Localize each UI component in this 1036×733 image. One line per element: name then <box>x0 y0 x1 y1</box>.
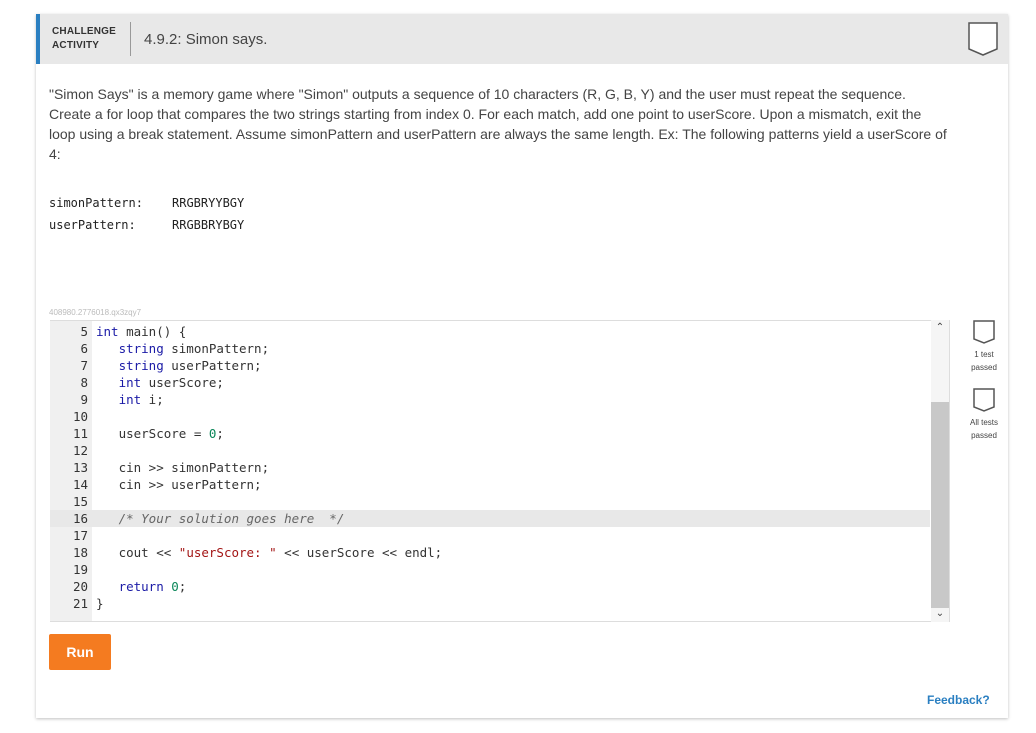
code-text[interactable]: string userPattern; <box>96 357 262 374</box>
user-pattern-value: RRGBBRYBGY <box>172 218 245 232</box>
code-text[interactable]: string simonPattern; <box>96 340 270 357</box>
code-line[interactable]: 15 <box>50 493 930 510</box>
line-number: 13 <box>72 460 88 475</box>
test-badge-icon <box>973 320 995 344</box>
code-text[interactable]: cin >> userPattern; <box>96 476 262 493</box>
user-pattern-label: userPattern: <box>49 218 136 232</box>
code-text[interactable]: /* Your solution goes here */ <box>96 510 345 527</box>
example-simon-row: simonPattern: RRGBRYYBGY <box>49 192 244 214</box>
line-number: 12 <box>72 443 88 458</box>
example-patterns: simonPattern: RRGBRYYBGY userPattern: RRGB… <box>49 192 244 236</box>
simon-pattern-label: simonPattern: <box>49 196 143 210</box>
activity-hash-id: 408980.2776018.qx3zqy7 <box>49 308 142 317</box>
code-line[interactable]: 6 string simonPattern; <box>50 340 930 357</box>
line-number: 14 <box>72 477 88 492</box>
scroll-up-icon[interactable]: ⌃ <box>934 322 946 334</box>
code-line[interactable]: 11 userScore = 0; <box>50 425 930 442</box>
code-text[interactable]: } <box>96 595 104 612</box>
code-text[interactable]: cout << "userScore: " << userScore << en… <box>96 544 443 561</box>
code-line[interactable]: 12 <box>50 442 930 459</box>
code-text[interactable]: return 0; <box>96 578 187 595</box>
editor-scrollbar[interactable]: ⌃ ⌄ <box>931 320 949 622</box>
code-line[interactable]: 19 <box>50 561 930 578</box>
code-line[interactable]: 20 return 0; <box>50 578 930 595</box>
scroll-down-icon[interactable]: ⌄ <box>934 608 946 620</box>
activity-title: 4.9.2: Simon says. <box>144 31 268 48</box>
line-number: 18 <box>72 545 88 560</box>
code-text[interactable]: cin >> simonPattern; <box>96 459 270 476</box>
code-line[interactable]: 5 int main() { <box>50 323 930 340</box>
problem-description: "Simon Says" is a memory game where "Sim… <box>49 86 947 162</box>
code-line[interactable]: 10 <box>50 408 930 425</box>
activity-header: CHALLENGE ACTIVITY 4.9.2: Simon says. <box>36 14 1008 64</box>
line-number: 21 <box>72 596 88 611</box>
feedback-link[interactable]: Feedback? <box>927 693 990 707</box>
code-line[interactable]: 21} <box>50 595 930 612</box>
activity-type-label: CHALLENGE ACTIVITY <box>52 26 117 51</box>
all-tests-badge-icon <box>973 388 995 412</box>
example-user-row: userPattern: RRGBBRYBGY <box>49 214 244 236</box>
line-number: 15 <box>72 494 88 509</box>
line-number: 9 <box>80 392 88 407</box>
code-line[interactable]: 13 cin >> simonPattern; <box>50 459 930 476</box>
run-button[interactable]: Run <box>49 634 111 670</box>
code-text[interactable]: int i; <box>96 391 164 408</box>
line-number: 7 <box>80 358 88 373</box>
code-line[interactable]: 17 <box>50 527 930 544</box>
challenge-card: CHALLENGE ACTIVITY 4.9.2: Simon says. "S… <box>36 14 1008 718</box>
code-text[interactable]: int main() { <box>96 323 186 340</box>
line-number: 6 <box>80 341 88 356</box>
one-test-passed-label: 1 test passed <box>971 350 997 372</box>
code-line[interactable]: 18 cout << "userScore: " << userScore <<… <box>50 544 930 561</box>
scroll-thumb[interactable] <box>931 402 949 608</box>
code-text[interactable]: userScore = 0; <box>96 425 224 442</box>
line-number: 20 <box>72 579 88 594</box>
code-line[interactable]: 8 int userScore; <box>50 374 930 391</box>
line-number: 17 <box>72 528 88 543</box>
line-number: 10 <box>72 409 88 424</box>
code-line[interactable]: 14 cin >> userPattern; <box>50 476 930 493</box>
code-editor[interactable]: 5 int main() {6 string simonPattern; 7 str… <box>50 320 950 622</box>
code-line[interactable]: 16 /* Your solution goes here */ <box>50 510 930 527</box>
line-number: 8 <box>80 375 88 390</box>
header-divider <box>130 22 131 56</box>
line-number: 5 <box>80 324 88 339</box>
completion-badge-icon <box>968 22 998 56</box>
line-number: 19 <box>72 562 88 577</box>
simon-pattern-value: RRGBRYYBGY <box>172 196 245 210</box>
code-text[interactable]: int userScore; <box>96 374 224 391</box>
code-line[interactable]: 9 int i; <box>50 391 930 408</box>
all-tests-passed-label: All tests passed <box>969 418 998 440</box>
code-line[interactable]: 7 string userPattern; <box>50 357 930 374</box>
test-status-column: 1 test passed All tests passed <box>961 320 1007 456</box>
line-number: 11 <box>72 426 88 441</box>
line-number: 16 <box>72 511 88 526</box>
